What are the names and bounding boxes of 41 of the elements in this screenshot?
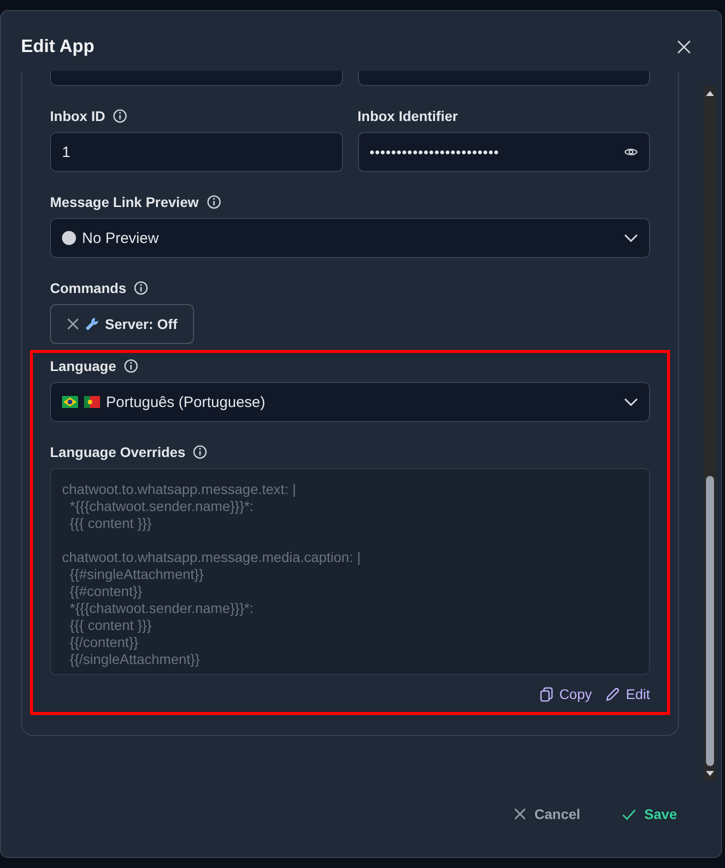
info-icon[interactable] (124, 359, 138, 373)
chevron-down-icon (624, 398, 638, 406)
field-label: Inbox ID (50, 108, 106, 124)
scroll-up-icon[interactable] (706, 90, 714, 96)
close-icon (514, 808, 526, 820)
pencil-icon (604, 686, 620, 702)
info-icon[interactable] (193, 445, 208, 459)
scrollbar[interactable] (704, 86, 716, 781)
scroll-down-icon[interactable] (706, 771, 714, 777)
wrench-icon (85, 317, 99, 331)
select-field[interactable]: No Preview (50, 218, 650, 258)
input-field[interactable]: •••••••••••••••••••••••• (358, 132, 650, 172)
edit-button[interactable]: Edit (604, 686, 650, 702)
check-icon (622, 808, 636, 820)
close-button[interactable] (677, 40, 691, 54)
field-label: Inbox Identifier (358, 108, 458, 124)
input-field[interactable] (358, 71, 650, 86)
chevron-down-icon (624, 234, 638, 242)
field-label: Language (50, 358, 116, 374)
close-icon (677, 40, 691, 54)
dialog-title: Edit App (21, 35, 94, 58)
info-icon[interactable] (206, 195, 221, 209)
scrollbar-thumb[interactable] (706, 476, 714, 766)
close-icon (67, 318, 79, 330)
input-field[interactable]: 1 (50, 132, 342, 172)
save-button[interactable]: Save (622, 806, 677, 822)
circle-icon (62, 231, 76, 245)
info-icon[interactable] (113, 109, 128, 123)
command-tag[interactable]: Server: Off (50, 304, 194, 344)
brazil-flag-icon (62, 396, 78, 408)
cancel-button[interactable]: Cancel (514, 806, 580, 822)
info-icon[interactable] (134, 281, 148, 295)
copy-button[interactable]: Copy (540, 686, 592, 702)
portugal-flag-icon (84, 396, 100, 408)
select-field[interactable]: Português (Portuguese) (50, 382, 650, 422)
input-field[interactable] (50, 71, 342, 86)
eye-icon[interactable] (624, 147, 638, 157)
copy-icon (540, 686, 554, 702)
field-label: Commands (50, 280, 126, 296)
field-label: Language Overrides (50, 444, 186, 460)
field-label: Message Link Preview (50, 194, 199, 210)
